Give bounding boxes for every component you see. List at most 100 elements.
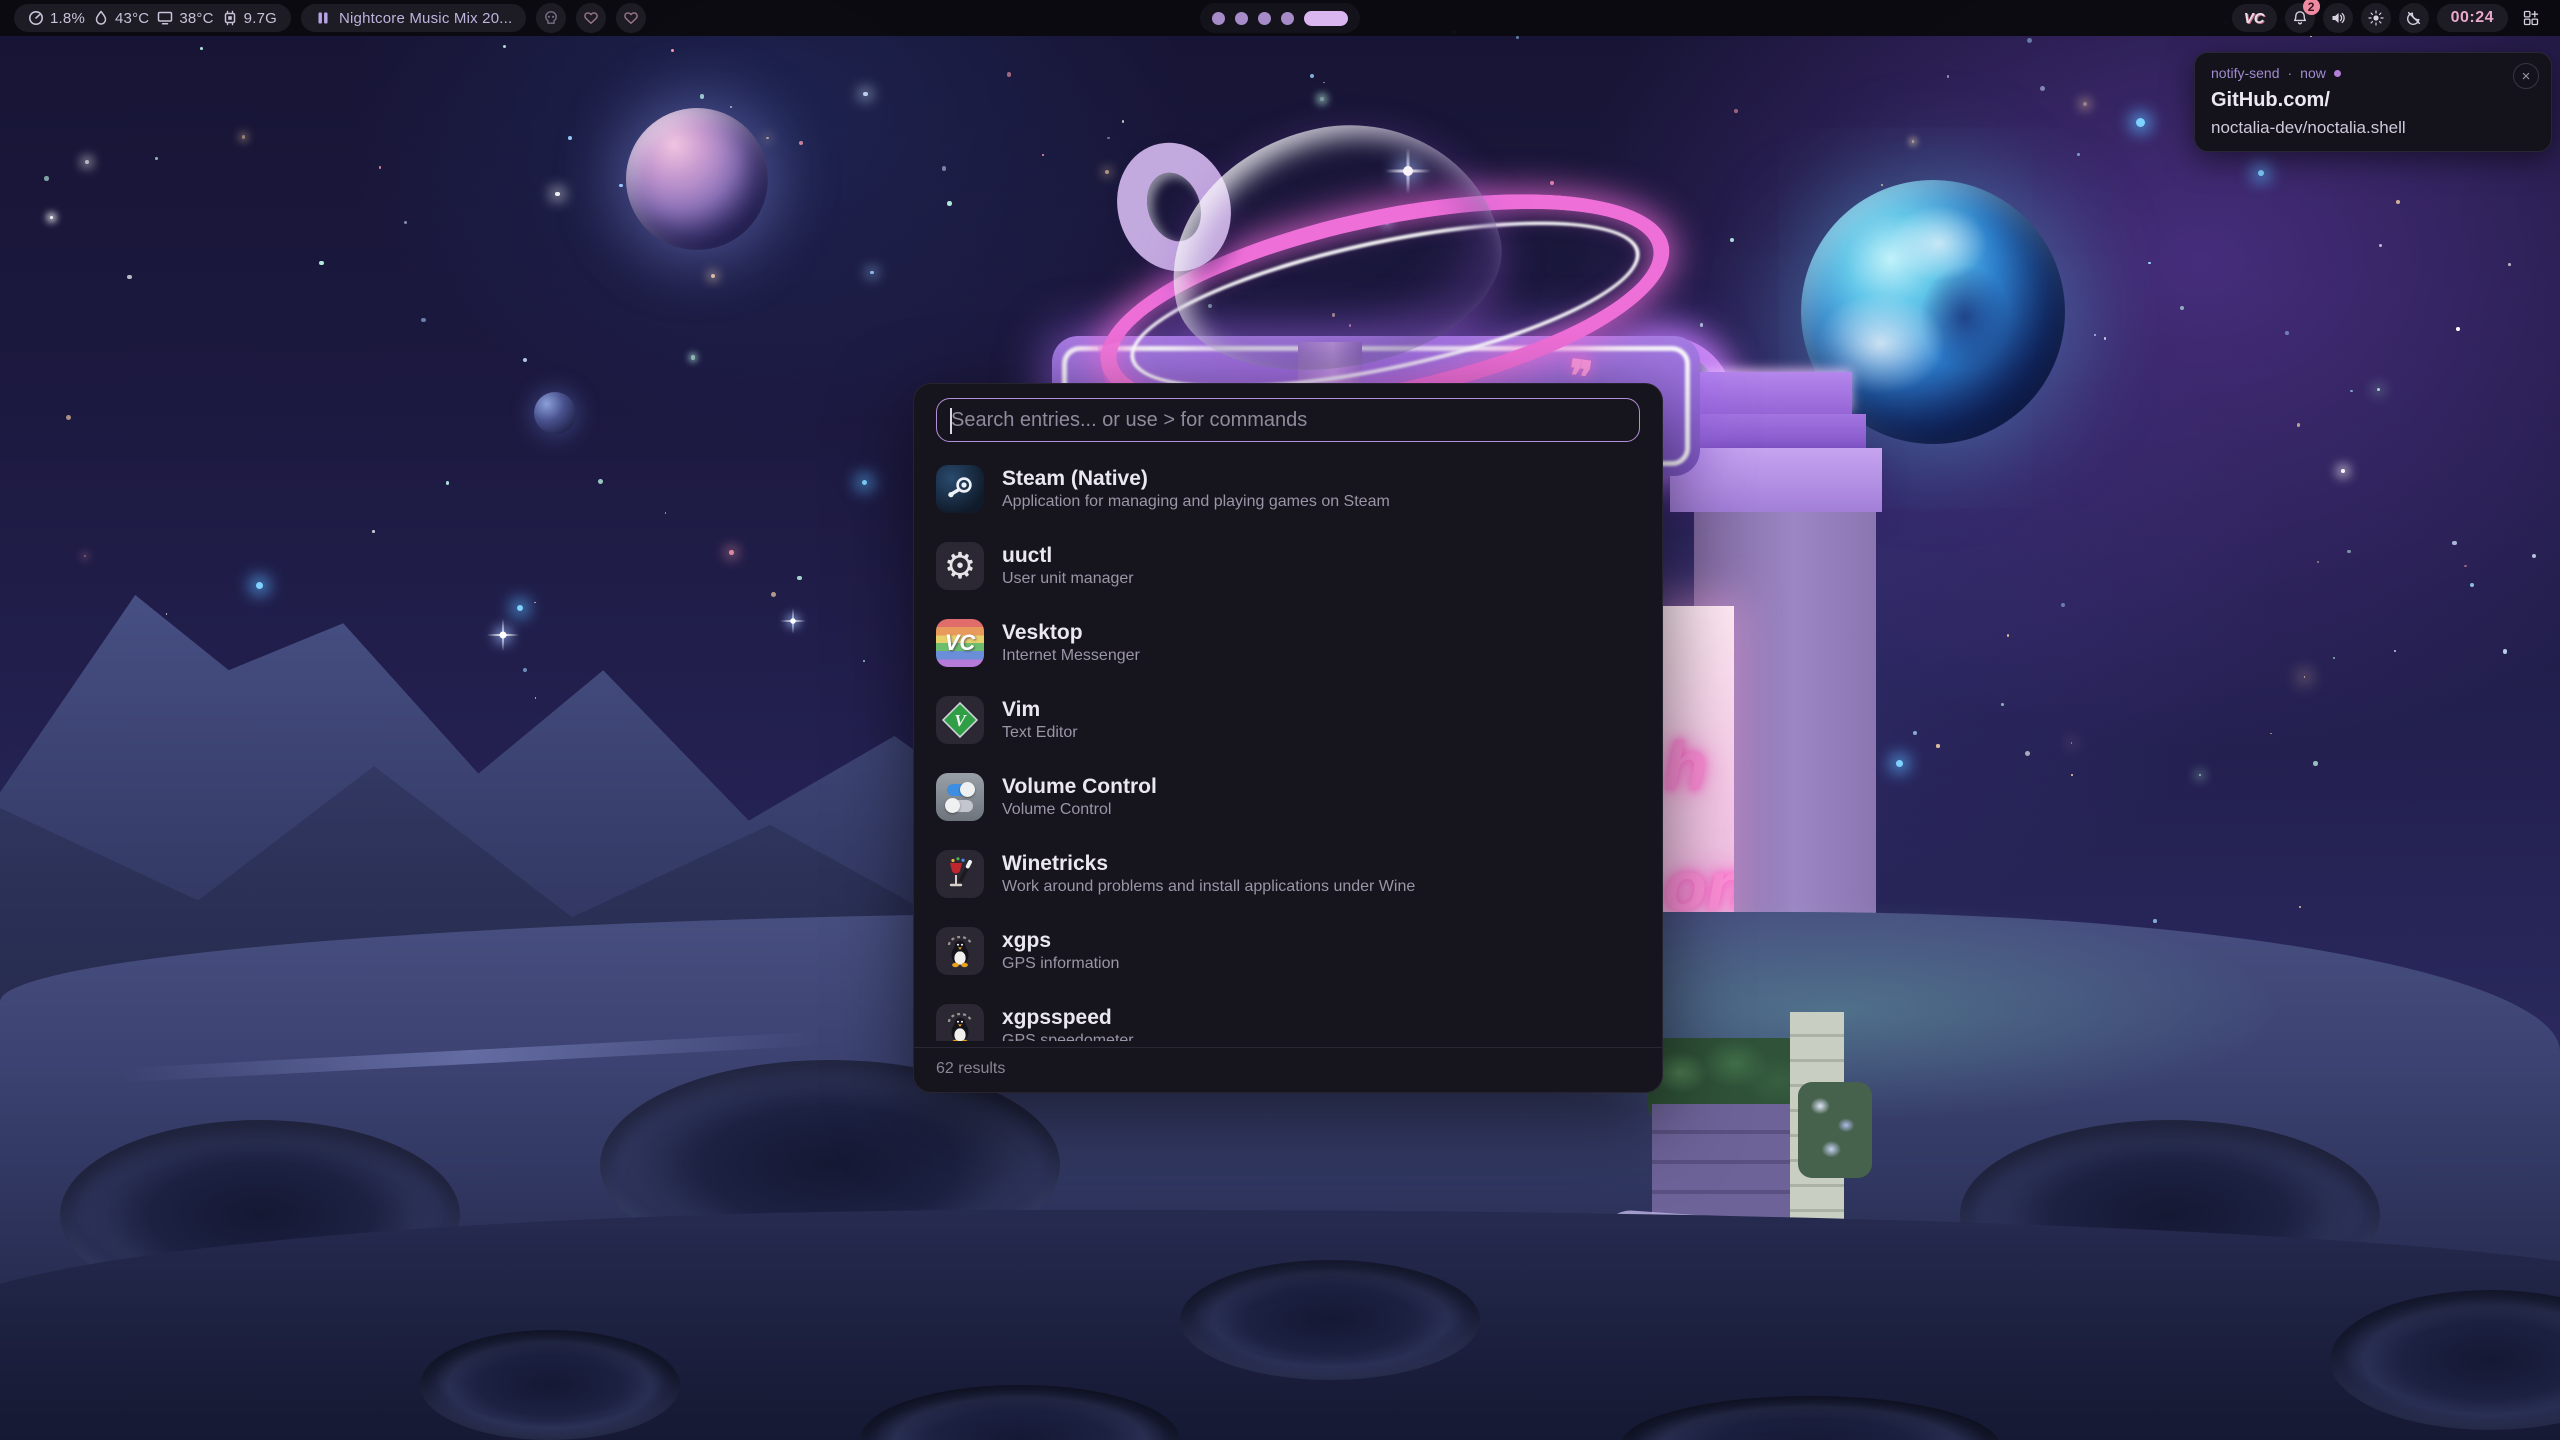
star bbox=[2313, 761, 2318, 766]
flame-icon bbox=[93, 10, 109, 26]
workspace-active[interactable] bbox=[1304, 11, 1348, 26]
heart-icon bbox=[623, 10, 639, 26]
search-input[interactable] bbox=[951, 409, 1625, 432]
bright-star bbox=[2136, 118, 2145, 127]
star bbox=[2104, 337, 2106, 339]
star bbox=[619, 184, 623, 188]
app-list-item[interactable]: VC Vesktop Internet Messenger bbox=[936, 610, 1640, 676]
star bbox=[2153, 919, 2157, 923]
star bbox=[863, 92, 868, 97]
brightness-button[interactable] bbox=[2361, 3, 2391, 33]
system-tray[interactable]: VC bbox=[2232, 4, 2277, 32]
workspace-dot[interactable] bbox=[1212, 12, 1225, 25]
star bbox=[700, 94, 705, 99]
star bbox=[1700, 323, 1704, 327]
gauge-icon bbox=[28, 10, 44, 26]
star bbox=[2027, 38, 2032, 43]
sparkle-star bbox=[780, 608, 805, 633]
star bbox=[766, 137, 769, 140]
volume-button[interactable] bbox=[2323, 3, 2353, 33]
notifications-button[interactable]: 2 bbox=[2285, 3, 2315, 33]
vesktop-tray-icon[interactable]: VC bbox=[2244, 10, 2265, 27]
app-texts: Steam (Native)Application for managing a… bbox=[1002, 468, 1390, 510]
star bbox=[947, 201, 952, 206]
star bbox=[2285, 331, 2289, 335]
workspace-dot[interactable] bbox=[1281, 12, 1294, 25]
app-results-list: Steam (Native)Application for managing a… bbox=[936, 456, 1640, 1041]
app-list-item[interactable]: Volume ControlVolume Control bbox=[936, 764, 1640, 830]
app-name: Volume Control bbox=[1002, 776, 1157, 797]
app-name: Vesktop bbox=[1002, 622, 1140, 643]
star bbox=[2299, 906, 2301, 908]
app-description: GPS information bbox=[1002, 956, 1119, 972]
app-description: Internet Messenger bbox=[1002, 648, 1140, 664]
cpu-usage: 1.8% bbox=[28, 10, 85, 27]
skull-widget-button[interactable] bbox=[536, 3, 566, 33]
launcher-footer: 62 results bbox=[914, 1047, 1662, 1092]
star bbox=[1881, 184, 1883, 186]
star bbox=[1913, 731, 1917, 735]
app-launcher-panel: Steam (Native)Application for managing a… bbox=[913, 383, 1663, 1093]
media-player-module[interactable]: Nightcore Music Mix 20... bbox=[301, 4, 526, 32]
sparkle-star bbox=[487, 619, 519, 651]
star bbox=[2333, 657, 2335, 659]
star bbox=[44, 176, 49, 181]
notification-app: notify-send bbox=[2211, 65, 2279, 81]
star bbox=[665, 512, 667, 514]
app-texts: Vesktop Internet Messenger bbox=[1002, 622, 1140, 664]
search-box[interactable] bbox=[936, 398, 1640, 442]
star bbox=[555, 192, 560, 197]
star bbox=[2001, 703, 2004, 706]
star bbox=[446, 481, 450, 485]
star bbox=[2377, 388, 2380, 391]
star bbox=[730, 106, 732, 108]
star bbox=[1550, 181, 1554, 185]
clock-module[interactable]: 00:24 bbox=[2437, 4, 2508, 32]
star bbox=[523, 668, 527, 672]
star bbox=[2199, 774, 2201, 776]
workspace-dot[interactable] bbox=[1258, 12, 1271, 25]
star bbox=[319, 261, 324, 266]
system-stats-module: 1.8% 43°C 38°C 9.7G bbox=[14, 4, 291, 32]
app-list-item[interactable]: ⚙uuctlUser unit manager bbox=[936, 533, 1640, 599]
star bbox=[863, 660, 865, 662]
star bbox=[85, 160, 89, 164]
star bbox=[797, 576, 802, 581]
volume-control-icon bbox=[936, 773, 984, 821]
app-description: Text Editor bbox=[1002, 725, 1078, 741]
notification-close-button[interactable]: × bbox=[2513, 63, 2539, 89]
clock-value: 00:24 bbox=[2451, 9, 2494, 27]
heart-widget-button[interactable] bbox=[576, 3, 606, 33]
app-texts: Volume ControlVolume Control bbox=[1002, 776, 1157, 818]
star bbox=[2341, 469, 2345, 473]
app-description: Work around problems and install applica… bbox=[1002, 879, 1415, 895]
building-roof bbox=[1688, 414, 1866, 448]
building-brick-base bbox=[1652, 1104, 1792, 1220]
pause-icon bbox=[315, 10, 331, 26]
app-name: xgpsspeed bbox=[1002, 1007, 1134, 1028]
app-icon-text: VC bbox=[945, 630, 976, 656]
star bbox=[2180, 306, 2184, 310]
app-list-item[interactable]: xgpsspeedGPS speedometer bbox=[936, 995, 1640, 1041]
app-name: Winetricks bbox=[1002, 853, 1415, 874]
widgets-button[interactable] bbox=[2516, 3, 2546, 33]
star bbox=[1320, 97, 1324, 101]
star bbox=[568, 136, 572, 140]
top-bar: 1.8% 43°C 38°C 9.7G Nightcore Music Mix … bbox=[0, 0, 2560, 36]
star bbox=[2350, 390, 2353, 393]
star bbox=[799, 141, 803, 145]
vim-icon: V bbox=[936, 696, 984, 744]
star bbox=[50, 216, 53, 219]
star bbox=[535, 697, 537, 699]
notification-card[interactable]: notify-send · now × GitHub.com/ noctalia… bbox=[2194, 52, 2552, 152]
app-list-item[interactable]: xgps GPS information bbox=[936, 918, 1640, 984]
app-list-item[interactable]: VVimText Editor bbox=[936, 687, 1640, 753]
workspace-dot[interactable] bbox=[1235, 12, 1248, 25]
app-list-item[interactable]: Steam (Native)Application for managing a… bbox=[936, 456, 1640, 522]
night-light-button[interactable] bbox=[2399, 3, 2429, 33]
app-name: xgps bbox=[1002, 930, 1119, 951]
heart-widget-button[interactable] bbox=[616, 3, 646, 33]
app-texts: uuctlUser unit manager bbox=[1002, 545, 1134, 587]
star bbox=[2148, 262, 2150, 264]
app-list-item[interactable]: Winetricks Work around problems and insta… bbox=[936, 841, 1640, 907]
